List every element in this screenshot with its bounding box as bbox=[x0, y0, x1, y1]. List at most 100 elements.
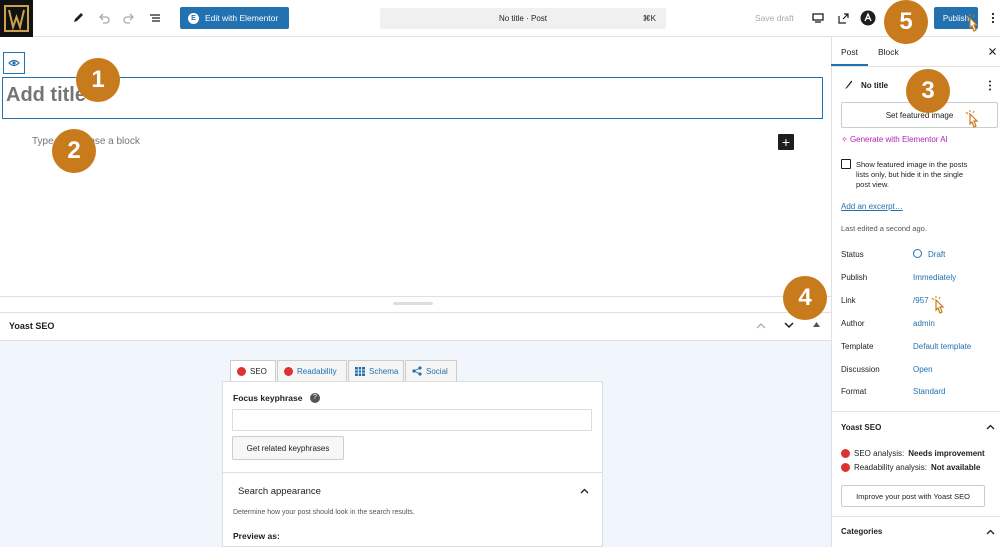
collapse-triangle-icon[interactable] bbox=[813, 322, 820, 327]
show-featured-image-checkbox[interactable] bbox=[841, 159, 851, 169]
format-label: Format bbox=[841, 387, 867, 396]
astra-icon bbox=[860, 10, 876, 26]
move-up-icon[interactable] bbox=[756, 322, 766, 329]
add-excerpt-link[interactable]: Add an excerpt… bbox=[841, 202, 903, 211]
tools-button[interactable] bbox=[68, 8, 88, 28]
command-title: No title · Post bbox=[498, 14, 547, 23]
improve-button-label: Improve your post with Yoast SEO bbox=[856, 491, 970, 501]
command-shortcut: ⌘K bbox=[642, 14, 656, 23]
search-appearance-toggle[interactable]: Search appearance bbox=[238, 486, 321, 497]
chevron-up-icon[interactable] bbox=[986, 424, 995, 430]
sad-face-icon bbox=[284, 366, 293, 376]
external-link-icon bbox=[837, 12, 849, 24]
seo-analysis-value: Needs improvement bbox=[908, 449, 985, 458]
click-cursor-icon bbox=[965, 14, 979, 32]
link-label: Link bbox=[841, 296, 856, 305]
last-edited-text: Last edited a second ago. bbox=[841, 224, 927, 233]
tab-post[interactable]: Post bbox=[841, 47, 858, 57]
preview-as-label: Preview as: bbox=[233, 531, 280, 541]
tab-block[interactable]: Block bbox=[878, 47, 899, 57]
chevron-up-icon[interactable] bbox=[580, 488, 589, 494]
click-cursor-icon bbox=[965, 110, 979, 128]
divider bbox=[831, 516, 1000, 517]
save-draft-button[interactable]: Save draft bbox=[755, 13, 794, 23]
command-palette-bar[interactable]: No title · Post ⌘K bbox=[380, 8, 666, 29]
click-cursor-icon bbox=[931, 296, 945, 314]
callout-badge-5: 5 bbox=[884, 0, 928, 44]
discussion-label: Discussion bbox=[841, 365, 880, 374]
chevron-up-icon[interactable] bbox=[986, 529, 995, 535]
status-value[interactable]: Draft bbox=[928, 250, 945, 259]
callout-badge-2: 2 bbox=[52, 129, 96, 173]
move-down-icon[interactable] bbox=[784, 322, 794, 329]
template-value[interactable]: Default template bbox=[913, 342, 971, 351]
related-button-label: Get related keyphrases bbox=[246, 443, 330, 453]
divider bbox=[223, 472, 602, 473]
yoast-metabox-header[interactable] bbox=[0, 312, 831, 341]
tab-seo-label: SEO bbox=[250, 367, 267, 376]
post-summary-title: No title bbox=[861, 81, 889, 90]
edit-with-elementor-button[interactable]: E Edit with Elementor bbox=[180, 7, 289, 29]
inline-add-block-button[interactable]: + bbox=[778, 134, 794, 150]
redo-button[interactable] bbox=[119, 8, 139, 28]
astra-settings-button[interactable] bbox=[858, 8, 878, 28]
title-placeholder: Add title bbox=[6, 84, 86, 106]
seo-analysis-row: SEO analysis: Needs improvement bbox=[841, 449, 985, 458]
sparkle-icon: ✧ bbox=[841, 135, 848, 144]
sad-face-icon bbox=[841, 463, 850, 472]
tab-schema-label: Schema bbox=[369, 366, 399, 376]
author-label: Author bbox=[841, 319, 865, 328]
tab-schema[interactable]: Schema bbox=[348, 360, 404, 381]
template-label: Template bbox=[841, 342, 874, 351]
options-menu-button[interactable] bbox=[983, 8, 1000, 28]
readability-analysis-label: Readability analysis: bbox=[854, 463, 927, 472]
generate-with-elementor-ai-link[interactable]: ✧ Generate with Elementor AI bbox=[841, 135, 948, 144]
search-appearance-description: Determine how your post should look in t… bbox=[233, 509, 415, 516]
post-title-field[interactable] bbox=[2, 77, 823, 119]
callout-badge-3: 3 bbox=[906, 69, 950, 113]
yoast-metabox-title: Yoast SEO bbox=[9, 321, 55, 331]
sad-face-icon bbox=[237, 367, 246, 376]
pencil-icon bbox=[74, 13, 83, 22]
elementor-icon: E bbox=[188, 12, 199, 24]
tab-readability-label: Readability bbox=[297, 366, 337, 376]
edit-with-elementor-label: Edit with Elementor bbox=[205, 13, 279, 23]
categories-panel-title[interactable]: Categories bbox=[841, 527, 882, 536]
post-feather-icon bbox=[845, 80, 852, 89]
sad-face-icon bbox=[841, 449, 850, 458]
get-related-keyphrases-button[interactable]: Get related keyphrases bbox=[232, 436, 344, 460]
show-featured-image-label: Show featured image in the posts lists o… bbox=[856, 160, 968, 189]
list-view-icon bbox=[150, 14, 160, 22]
publish-date-label: Publish bbox=[841, 273, 868, 282]
redo-icon bbox=[123, 13, 134, 24]
generate-ai-label: Generate with Elementor AI bbox=[849, 135, 948, 144]
view-post-button[interactable] bbox=[833, 8, 853, 28]
author-value[interactable]: admin bbox=[913, 319, 935, 328]
tab-social[interactable]: Social bbox=[405, 360, 457, 381]
resize-handle[interactable] bbox=[393, 302, 433, 305]
help-icon[interactable]: ? bbox=[310, 393, 320, 403]
yoast-seo-card bbox=[222, 381, 603, 547]
tab-readability[interactable]: Readability bbox=[277, 360, 347, 381]
discussion-value[interactable]: Open bbox=[913, 365, 933, 374]
improve-post-yoast-button[interactable]: Improve your post with Yoast SEO bbox=[841, 485, 985, 507]
tab-seo[interactable]: SEO bbox=[230, 360, 276, 382]
preview-button[interactable] bbox=[808, 8, 828, 28]
preview-toggle-button[interactable] bbox=[3, 52, 25, 74]
plus-icon: + bbox=[781, 134, 791, 150]
link-value[interactable]: /957 bbox=[913, 296, 929, 305]
divider bbox=[831, 66, 1000, 67]
yoast-sidebar-title[interactable]: Yoast SEO bbox=[841, 423, 881, 432]
focus-keyphrase-input[interactable] bbox=[232, 409, 592, 431]
document-overview-button[interactable] bbox=[145, 8, 165, 28]
seo-analysis-label: SEO analysis: bbox=[854, 449, 905, 458]
more-vertical-icon[interactable] bbox=[988, 80, 992, 91]
callout-badge-1: 1 bbox=[76, 58, 120, 102]
undo-button[interactable] bbox=[94, 8, 114, 28]
close-icon[interactable] bbox=[989, 48, 996, 55]
site-logo[interactable] bbox=[0, 0, 33, 37]
focus-keyphrase-label: Focus keyphrase bbox=[233, 393, 303, 403]
format-value[interactable]: Standard bbox=[913, 387, 945, 396]
publish-date-value[interactable]: Immediately bbox=[913, 273, 956, 282]
featured-image-label: Set featured image bbox=[885, 110, 954, 120]
